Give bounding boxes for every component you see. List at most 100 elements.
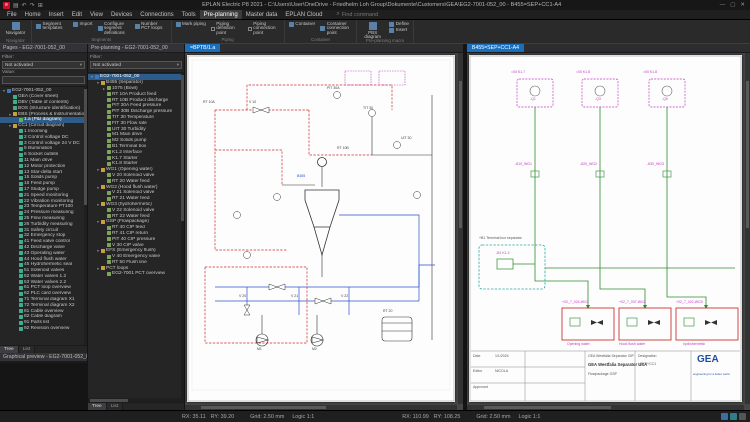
quick-access-icon[interactable]: ↶ — [22, 2, 27, 9]
planning-object-icon — [100, 219, 105, 224]
macro-icon — [389, 21, 395, 27]
planning-object-icon — [106, 254, 111, 259]
pages-tree-scrollbar[interactable] — [84, 87, 87, 345]
piping-icon — [247, 26, 252, 31]
pid-canvas[interactable]: RT 10A V 10 PIT 30A TIT 30 RT 10B B455 UIT 30 V… — [185, 53, 463, 410]
planning-object-icon — [106, 208, 111, 213]
diagram-label: -830_WG3 — [647, 162, 664, 166]
ribbon-tab[interactable]: File — [3, 10, 21, 19]
snap-toggle-icon[interactable] — [730, 413, 737, 420]
expand-arrow-icon[interactable]: ▾ — [90, 74, 94, 79]
expand-arrow-icon[interactable]: ▾ — [8, 123, 12, 128]
ribbon-button[interactable]: Number PCT loops — [134, 21, 168, 32]
page-tree-item[interactable]: 92 Revision overview — [0, 326, 87, 332]
layer-toggle-icon[interactable] — [739, 413, 746, 420]
ribbon-button[interactable]: PBS diagram — [360, 21, 385, 39]
minimize-button[interactable]: — — [720, 2, 726, 8]
sep-canvas[interactable]: =00 K1.7 =00 K1.8 =00 K1.8 -Q1 -Q3 -Q5 -810_WG… — [467, 53, 750, 410]
expand-arrow-icon[interactable]: ▾ — [2, 88, 6, 93]
expand-arrow-icon[interactable]: ▾ — [96, 248, 100, 253]
ribbon-tab[interactable]: Edit — [68, 10, 86, 19]
container-icon — [320, 26, 326, 32]
ribbon-tab[interactable]: Master data — [242, 10, 282, 19]
filter-dropdown[interactable]: Not activated ▾ — [2, 61, 85, 69]
page-icon — [18, 129, 23, 134]
ribbon-button[interactable]: Segment templates — [35, 21, 69, 32]
window-controls: — ▢ ✕ — [715, 2, 750, 8]
ribbon-button[interactable]: Container connection point — [319, 21, 353, 36]
page-icon — [18, 210, 23, 215]
panel-view-tab[interactable]: List — [106, 403, 124, 410]
expand-arrow-icon[interactable]: ▸ — [102, 86, 106, 91]
close-button[interactable]: ✕ — [740, 2, 745, 8]
ribbon-tab[interactable]: Connections — [136, 10, 177, 19]
ribbon-tab[interactable]: Pre-planning — [199, 10, 242, 19]
piping-icon — [210, 26, 215, 31]
find-command-placeholder: Find command — [341, 11, 379, 18]
page-icon — [18, 297, 23, 302]
quick-access-icon[interactable]: ↷ — [30, 2, 35, 9]
planning-object-icon — [106, 214, 111, 219]
ribbon-button[interactable]: Container — [288, 21, 316, 27]
main-area: Pages - EG2-7001-052_00 Filter: Not acti… — [0, 44, 750, 410]
page-icon — [18, 170, 23, 175]
ribbon-button[interactable]: Piping definition point — [210, 21, 244, 36]
page-icon — [18, 239, 23, 244]
ribbon-tab[interactable]: Home — [21, 10, 45, 19]
preplanning-hscrollbar[interactable] — [88, 398, 184, 402]
planning-object-icon — [106, 179, 111, 184]
document-tab-pid[interactable]: =BPTB/1.a — [185, 44, 221, 52]
page-icon — [18, 193, 23, 198]
ribbon-tab[interactable]: View — [86, 10, 107, 19]
ribbon-button[interactable]: Configure segment definitions — [97, 21, 131, 36]
expand-arrow-icon[interactable]: ▾ — [96, 167, 100, 172]
page-icon — [18, 303, 23, 308]
pid-vertical-scrollbar[interactable] — [458, 53, 463, 404]
filter-dropdown[interactable]: Not activated ▾ — [90, 61, 182, 69]
ribbon-tab[interactable]: Tools — [178, 10, 200, 19]
page-icon — [12, 94, 17, 99]
diagram-label: Editor — [473, 369, 483, 373]
chevron-down-icon: ▾ — [176, 62, 179, 67]
ribbon-button[interactable]: Piping connection point — [247, 21, 281, 36]
ribbon-tab[interactable]: Insert — [45, 10, 68, 19]
diagram-label: RT 10A — [203, 100, 215, 104]
expand-arrow-icon[interactable]: ▾ — [8, 112, 12, 117]
planning-object-icon — [106, 109, 111, 114]
find-command-box[interactable]: ⌕ Find command — [336, 11, 378, 18]
sep-vertical-scrollbar[interactable] — [745, 53, 750, 404]
preplanning-tree-item[interactable]: EG2-7001 PCT overview — [88, 271, 184, 277]
ribbon-button[interactable]: Import — [72, 21, 94, 27]
page-icon — [18, 181, 23, 186]
expand-arrow-icon[interactable]: ▾ — [96, 266, 100, 271]
planning-object-icon — [106, 103, 111, 108]
status-segment: Logic 1:1 — [518, 413, 541, 420]
expand-arrow-icon[interactable]: ▾ — [96, 185, 100, 190]
expand-arrow-icon[interactable]: ▾ — [96, 202, 100, 207]
ribbon-button[interactable]: Navigator — [3, 21, 28, 37]
ribbon-button[interactable]: Insert — [388, 27, 410, 33]
page-icon — [18, 257, 23, 261]
page-icon — [12, 100, 17, 105]
panel-view-tab[interactable]: List — [18, 346, 36, 353]
ribbon-tab[interactable]: EPLAN Cloud — [281, 10, 326, 19]
diagram-label: -820_WG2 — [580, 162, 597, 166]
preplanning-tree-scrollbar[interactable] — [181, 73, 184, 398]
planning-object-icon — [106, 243, 111, 247]
page-icon — [18, 314, 23, 319]
planning-object-icon — [106, 173, 111, 178]
expand-arrow-icon[interactable]: ▾ — [96, 80, 100, 85]
grid-toggle-icon[interactable] — [721, 413, 728, 420]
expand-arrow-icon[interactable]: ▾ — [96, 219, 100, 224]
ribbon-button[interactable]: Mark piping — [175, 21, 207, 27]
page-icon — [18, 141, 23, 146]
document-tab-separator[interactable]: B455=SEP+CC1-A4 — [467, 44, 525, 52]
maximize-button[interactable]: ▢ — [730, 2, 735, 8]
diagram-label: NICOLA — [495, 369, 509, 373]
panel-view-tab[interactable]: Tree — [0, 346, 19, 353]
ribbon-tab[interactable]: Devices — [107, 10, 136, 19]
quick-access-icon[interactable]: ▤ — [13, 2, 19, 9]
filter-value-input[interactable] — [2, 76, 85, 84]
quick-access-icon[interactable]: ⊞ — [38, 2, 43, 9]
panel-view-tab[interactable]: Tree — [88, 403, 107, 410]
